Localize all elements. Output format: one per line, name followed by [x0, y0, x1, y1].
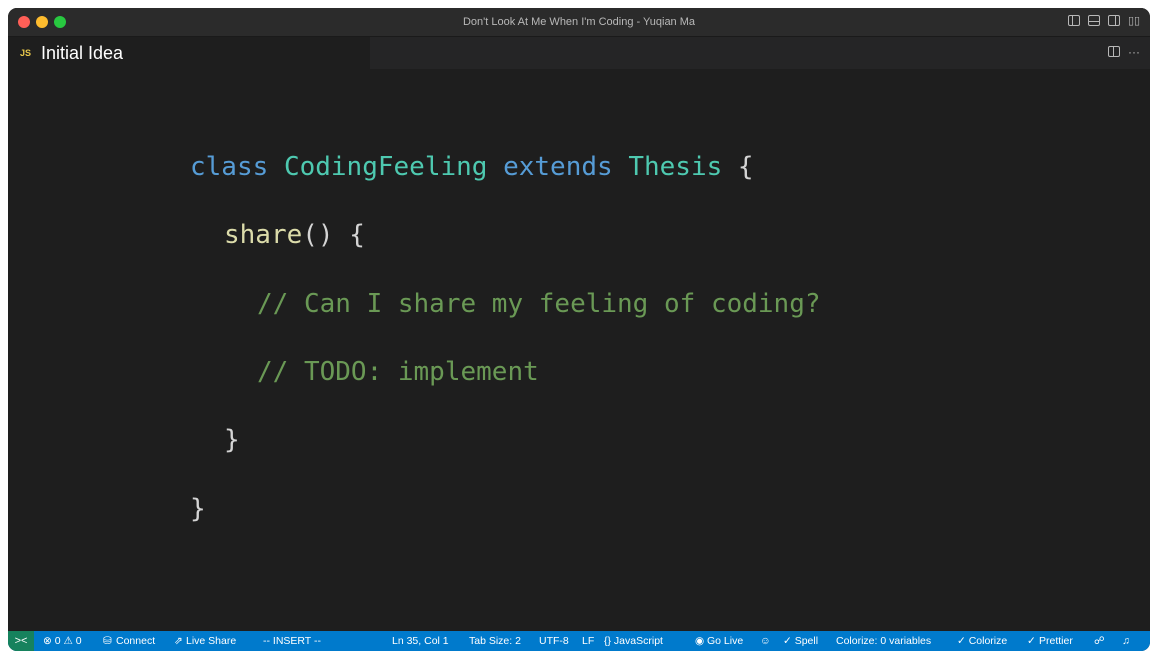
class-name: CodingFeeling — [283, 152, 488, 182]
encoding[interactable]: UTF-8 — [539, 631, 569, 651]
problems-indicator[interactable]: ⊗ 0 ⚠ 0 — [43, 631, 82, 651]
code-line-1: class CodingFeeling extends Thesis { — [190, 149, 754, 185]
editor-actions: ··· — [1108, 46, 1140, 58]
tab-initial-idea[interactable]: JS Initial Idea — [8, 37, 370, 69]
window-title: Don't Look At Me When I'm Coding - Yuqia… — [462, 16, 696, 28]
prettier-icon: ✓ — [1027, 635, 1036, 647]
prettier-button[interactable]: Prettier — [1039, 631, 1073, 651]
go-live-button[interactable]: Go Live — [707, 631, 743, 651]
keyword-extends: extends — [503, 152, 613, 182]
method-parens: () — [302, 220, 334, 250]
broadcast-icon: ◉ — [695, 635, 705, 647]
connect-button[interactable]: Connect — [116, 631, 155, 651]
tab-size[interactable]: Tab Size: 2 — [469, 631, 521, 651]
keyword-class: class — [190, 152, 269, 182]
open-brace: { — [737, 152, 754, 182]
layout-controls: ▯▯ — [1068, 15, 1140, 26]
editor-mode: -- INSERT -- — [263, 635, 321, 647]
javascript-file-icon: JS — [20, 48, 32, 58]
code-line-2: share() { — [224, 217, 365, 253]
vscode-window: Don't Look At Me When I'm Coding - Yuqia… — [8, 8, 1150, 651]
class-close-brace: } — [190, 494, 206, 524]
more-actions-icon[interactable]: ··· — [1128, 46, 1140, 58]
tab-bar: JS Initial Idea ··· — [8, 37, 1150, 69]
status-bar: >< ⊗ 0 ⚠ 0 ⛁ Connect ⇗ Live Share -- INS… — [8, 631, 1150, 651]
code-editor[interactable]: class CodingFeeling extends Thesis { sha… — [8, 69, 1150, 631]
copilot-icon[interactable]: ☺ — [760, 631, 771, 651]
code-comment-todo: // TODO: implement — [257, 357, 539, 387]
colorize-variables[interactable]: Colorize: 0 variables — [836, 631, 931, 651]
parent-class-name: Thesis — [628, 152, 723, 182]
bell-icon[interactable]: ♫ — [1122, 631, 1130, 651]
language-mode[interactable]: {} JavaScript — [604, 631, 663, 651]
split-editor-icon[interactable] — [1108, 46, 1120, 57]
remote-icon[interactable]: >< — [8, 631, 34, 651]
live-share-button[interactable]: Live Share — [186, 631, 236, 651]
tab-label: Initial Idea — [41, 42, 124, 63]
toggle-sidebar-icon[interactable] — [1068, 15, 1080, 26]
customize-layout-icon[interactable]: ▯▯ — [1128, 15, 1140, 26]
line-ending[interactable]: LF — [582, 631, 594, 651]
toggle-panel-icon[interactable] — [1088, 15, 1100, 26]
method-close-brace: } — [224, 425, 240, 455]
code-comment-1: // Can I share my feeling of coding? — [257, 289, 821, 319]
title-bar: Don't Look At Me When I'm Coding - Yuqia… — [8, 8, 1150, 37]
live-share-icon: ⇗ — [174, 635, 183, 647]
cursor-position[interactable]: Ln 35, Col 1 — [392, 631, 449, 651]
colorize-toggle[interactable]: ✓ Colorize — [957, 631, 1007, 651]
method-name: share — [224, 220, 303, 250]
feedback-icon[interactable]: ☍ — [1094, 631, 1105, 651]
toggle-secondary-sidebar-icon[interactable] — [1108, 15, 1120, 26]
database-icon: ⛁ — [103, 635, 112, 647]
spell-check[interactable]: ✓ Spell — [783, 631, 818, 651]
method-open-brace: { — [349, 220, 365, 250]
